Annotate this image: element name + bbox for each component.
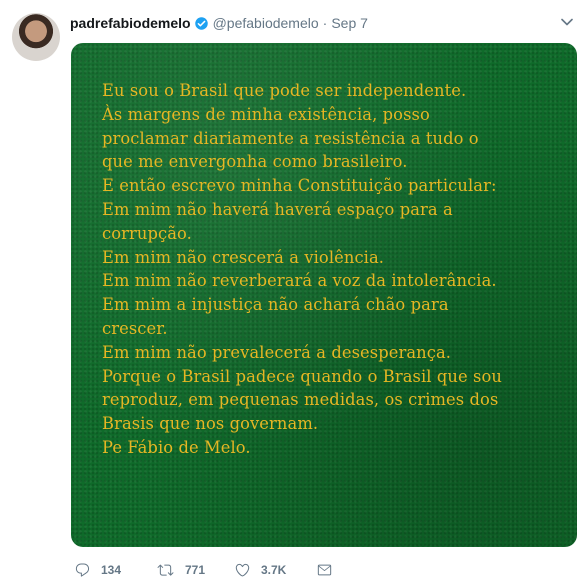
poem-line: Em mim não reverberará a voz da intolerâ… [102,271,497,291]
reply-count: 134 [101,563,122,577]
like-count: 3.7K [261,563,287,577]
poem-line: Pe Fábio de Melo. [102,437,251,457]
heart-icon [234,562,251,578]
poem-line: Porque o Brasil padece quando o Brasil q… [102,366,502,386]
poem-line: crescer. [102,318,168,338]
poem-line: Em mim não crescerá a violência. [102,247,385,267]
chevron-down-icon[interactable] [559,14,575,30]
like-button[interactable]: 3.7K [234,562,316,578]
reply-button[interactable]: 134 [74,562,156,578]
retweet-icon [156,562,175,578]
tweet-header: padrefabiodemelo @pefabiodemelo · Sep 7 [70,13,557,33]
direct-message-button[interactable] [316,562,333,578]
retweet-button[interactable]: 771 [156,562,234,578]
separator: · [322,15,328,31]
poem-line: Em mim a injustiça não achará chão para [102,295,449,315]
avatar[interactable] [12,13,60,61]
verified-badge-icon [194,16,209,31]
tweet-date[interactable]: Sep 7 [331,15,368,31]
retweet-count: 771 [185,563,206,577]
poem-line: que me envergonha como brasileiro. [102,152,408,172]
envelope-icon [316,562,333,578]
poem-line: Em mim não haverá haverá espaço para a [102,199,453,219]
poem-line: Em mim não prevalecerá a desesperança. [102,342,452,362]
reply-icon [74,562,91,578]
tweet-actions: 134 771 3.7K [74,560,333,580]
tweet-image[interactable]: Eu sou o Brasil que pode ser independent… [71,43,577,547]
poem-line: E então escrevo minha Constituição parti… [102,176,497,196]
poem-line: Brasis que nos governam. [102,414,319,434]
poem-line: Às margens de minha existência, posso [102,104,430,124]
poem-line: proclamar diariamente a resistência a tu… [102,128,479,148]
display-name[interactable]: padrefabiodemelo [70,15,191,31]
poem-text: Eu sou o Brasil que pode ser independent… [102,79,572,460]
handle[interactable]: @pefabiodemelo [213,15,319,31]
poem-line: corrupção. [102,223,192,243]
poem-line: reproduz, em pequenas medidas, os crimes… [102,390,499,410]
poem-line: Eu sou o Brasil que pode ser independent… [102,81,467,100]
